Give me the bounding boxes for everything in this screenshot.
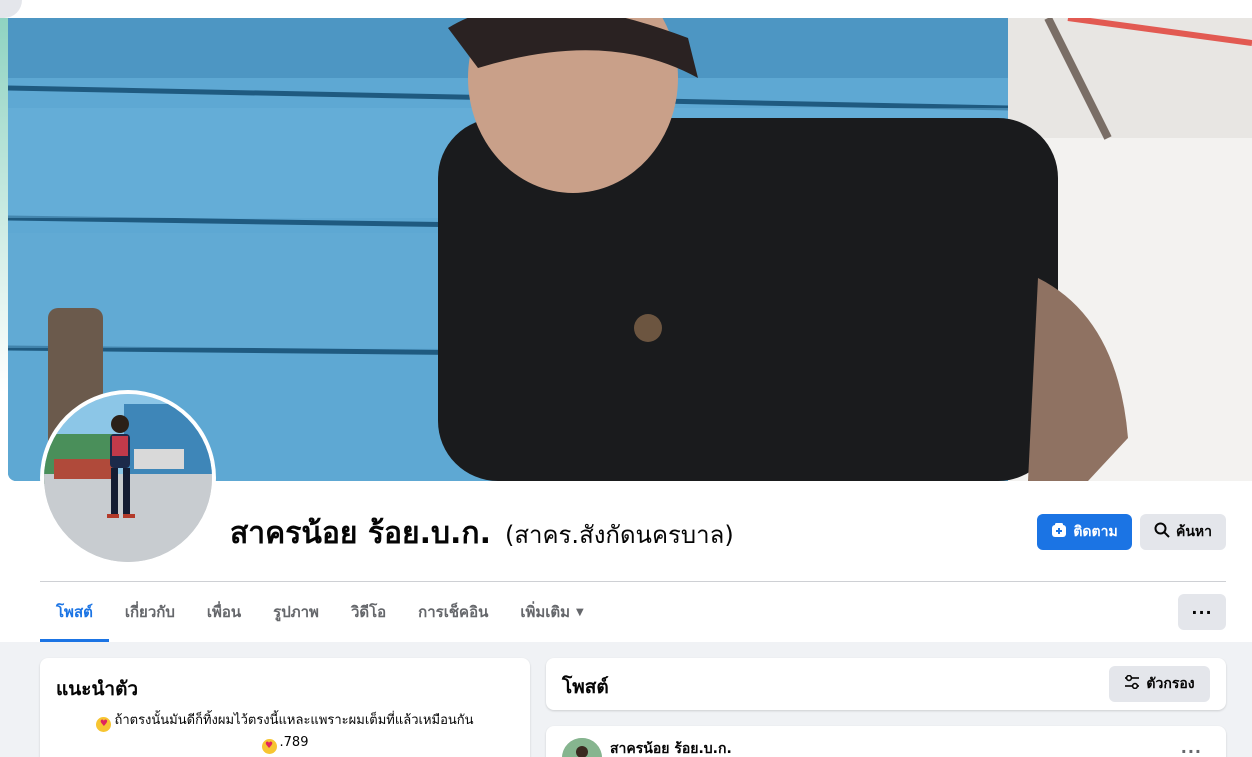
profile-avatar[interactable] bbox=[40, 390, 216, 566]
tab-photos-label: รูปภาพ bbox=[273, 603, 319, 621]
filter-button[interactable]: ตัวกรอง bbox=[1109, 666, 1210, 702]
tab-videos[interactable]: วิดีโอ bbox=[335, 582, 402, 642]
posts-header-card: โพสต์ ตัวกรอง bbox=[546, 658, 1226, 710]
profile-name-block: สาครน้อย ร้อย.บ.ก. (สาคร.สังกัดนครบาล) bbox=[230, 510, 734, 554]
profile-tabs: โพสต์ เกี่ยวกับ เพื่อน รูปภาพ วิดีโอ การ… bbox=[40, 582, 600, 642]
post-menu-button[interactable]: ··· bbox=[1181, 742, 1202, 757]
search-button-label: ค้นหา bbox=[1175, 524, 1213, 540]
search-button[interactable]: ค้นหา bbox=[1140, 514, 1226, 550]
profile-alternate-name: (สาคร.สังกัดนครบาล) bbox=[505, 521, 734, 549]
intro-card: แนะนำตัว ♥ ถ้าตรงนั้นมันดีก็ทิ้งผมไว้ตรงน… bbox=[40, 658, 530, 757]
tab-posts[interactable]: โพสต์ bbox=[40, 582, 109, 642]
tab-posts-label: โพสต์ bbox=[56, 603, 93, 621]
filter-button-label: ตัวกรอง bbox=[1146, 676, 1195, 692]
post-card: สาครน้อย ร้อย.บ.ก. ··· bbox=[546, 726, 1226, 757]
add-friend-icon bbox=[1051, 522, 1067, 542]
posts-title: โพสต์ bbox=[562, 676, 609, 698]
caret-down-icon: ▼ bbox=[576, 606, 584, 618]
intro-title: แนะนำตัว bbox=[56, 678, 139, 700]
tab-friends-label: เพื่อน bbox=[206, 603, 242, 621]
heart-eyes-emoji-icon: ♥ bbox=[96, 717, 112, 732]
heart-eyes-emoji-icon: ♥ bbox=[261, 739, 277, 754]
profile-name: สาครน้อย ร้อย.บ.ก. bbox=[230, 516, 491, 551]
tab-friends[interactable]: เพื่อน bbox=[191, 582, 257, 642]
top-bar-edge bbox=[0, 0, 1252, 18]
follow-button[interactable]: ติดตาม bbox=[1037, 514, 1132, 550]
filter-sliders-icon bbox=[1124, 674, 1140, 693]
intro-bio-text-1: ถ้าตรงนั้นมันดีก็ทิ้งผมไว้ตรงนี้แหละแพรา… bbox=[114, 713, 474, 728]
cover-photo[interactable] bbox=[8, 18, 1252, 481]
tab-check-ins-label: การเช็คอิน bbox=[418, 603, 489, 621]
intro-bio-line-2: ♥ .789 bbox=[56, 732, 514, 754]
tab-more-label: เพิ่มเติม bbox=[520, 603, 571, 621]
cover-photo-image bbox=[8, 18, 1252, 481]
more-options-label: ··· bbox=[1191, 602, 1213, 622]
post-author-avatar[interactable] bbox=[562, 738, 602, 757]
top-bar-corner bbox=[0, 0, 22, 18]
follow-button-label: ติดตาม bbox=[1073, 524, 1118, 540]
tab-photos[interactable]: รูปภาพ bbox=[257, 582, 335, 642]
search-icon bbox=[1154, 522, 1170, 542]
tab-videos-label: วิดีโอ bbox=[350, 603, 387, 621]
intro-bio-text-2: .789 bbox=[279, 735, 309, 750]
intro-bio-line-1: ♥ ถ้าตรงนั้นมันดีก็ทิ้งผมไว้ตรงนี้แหละแพร… bbox=[56, 710, 514, 732]
profile-avatar-image bbox=[44, 394, 212, 562]
tab-about[interactable]: เกี่ยวกับ bbox=[109, 582, 191, 642]
post-author-name[interactable]: สาครน้อย ร้อย.บ.ก. bbox=[610, 738, 732, 757]
intro-bio: ♥ ถ้าตรงนั้นมันดีก็ทิ้งผมไว้ตรงนี้แหละแพร… bbox=[56, 710, 514, 754]
more-options-button[interactable]: ··· bbox=[1178, 594, 1226, 630]
tab-check-ins[interactable]: การเช็คอิน bbox=[402, 582, 504, 642]
tab-about-label: เกี่ยวกับ bbox=[124, 603, 175, 621]
tab-more[interactable]: เพิ่มเติม ▼ bbox=[504, 582, 599, 642]
left-edge-strip bbox=[0, 18, 8, 642]
